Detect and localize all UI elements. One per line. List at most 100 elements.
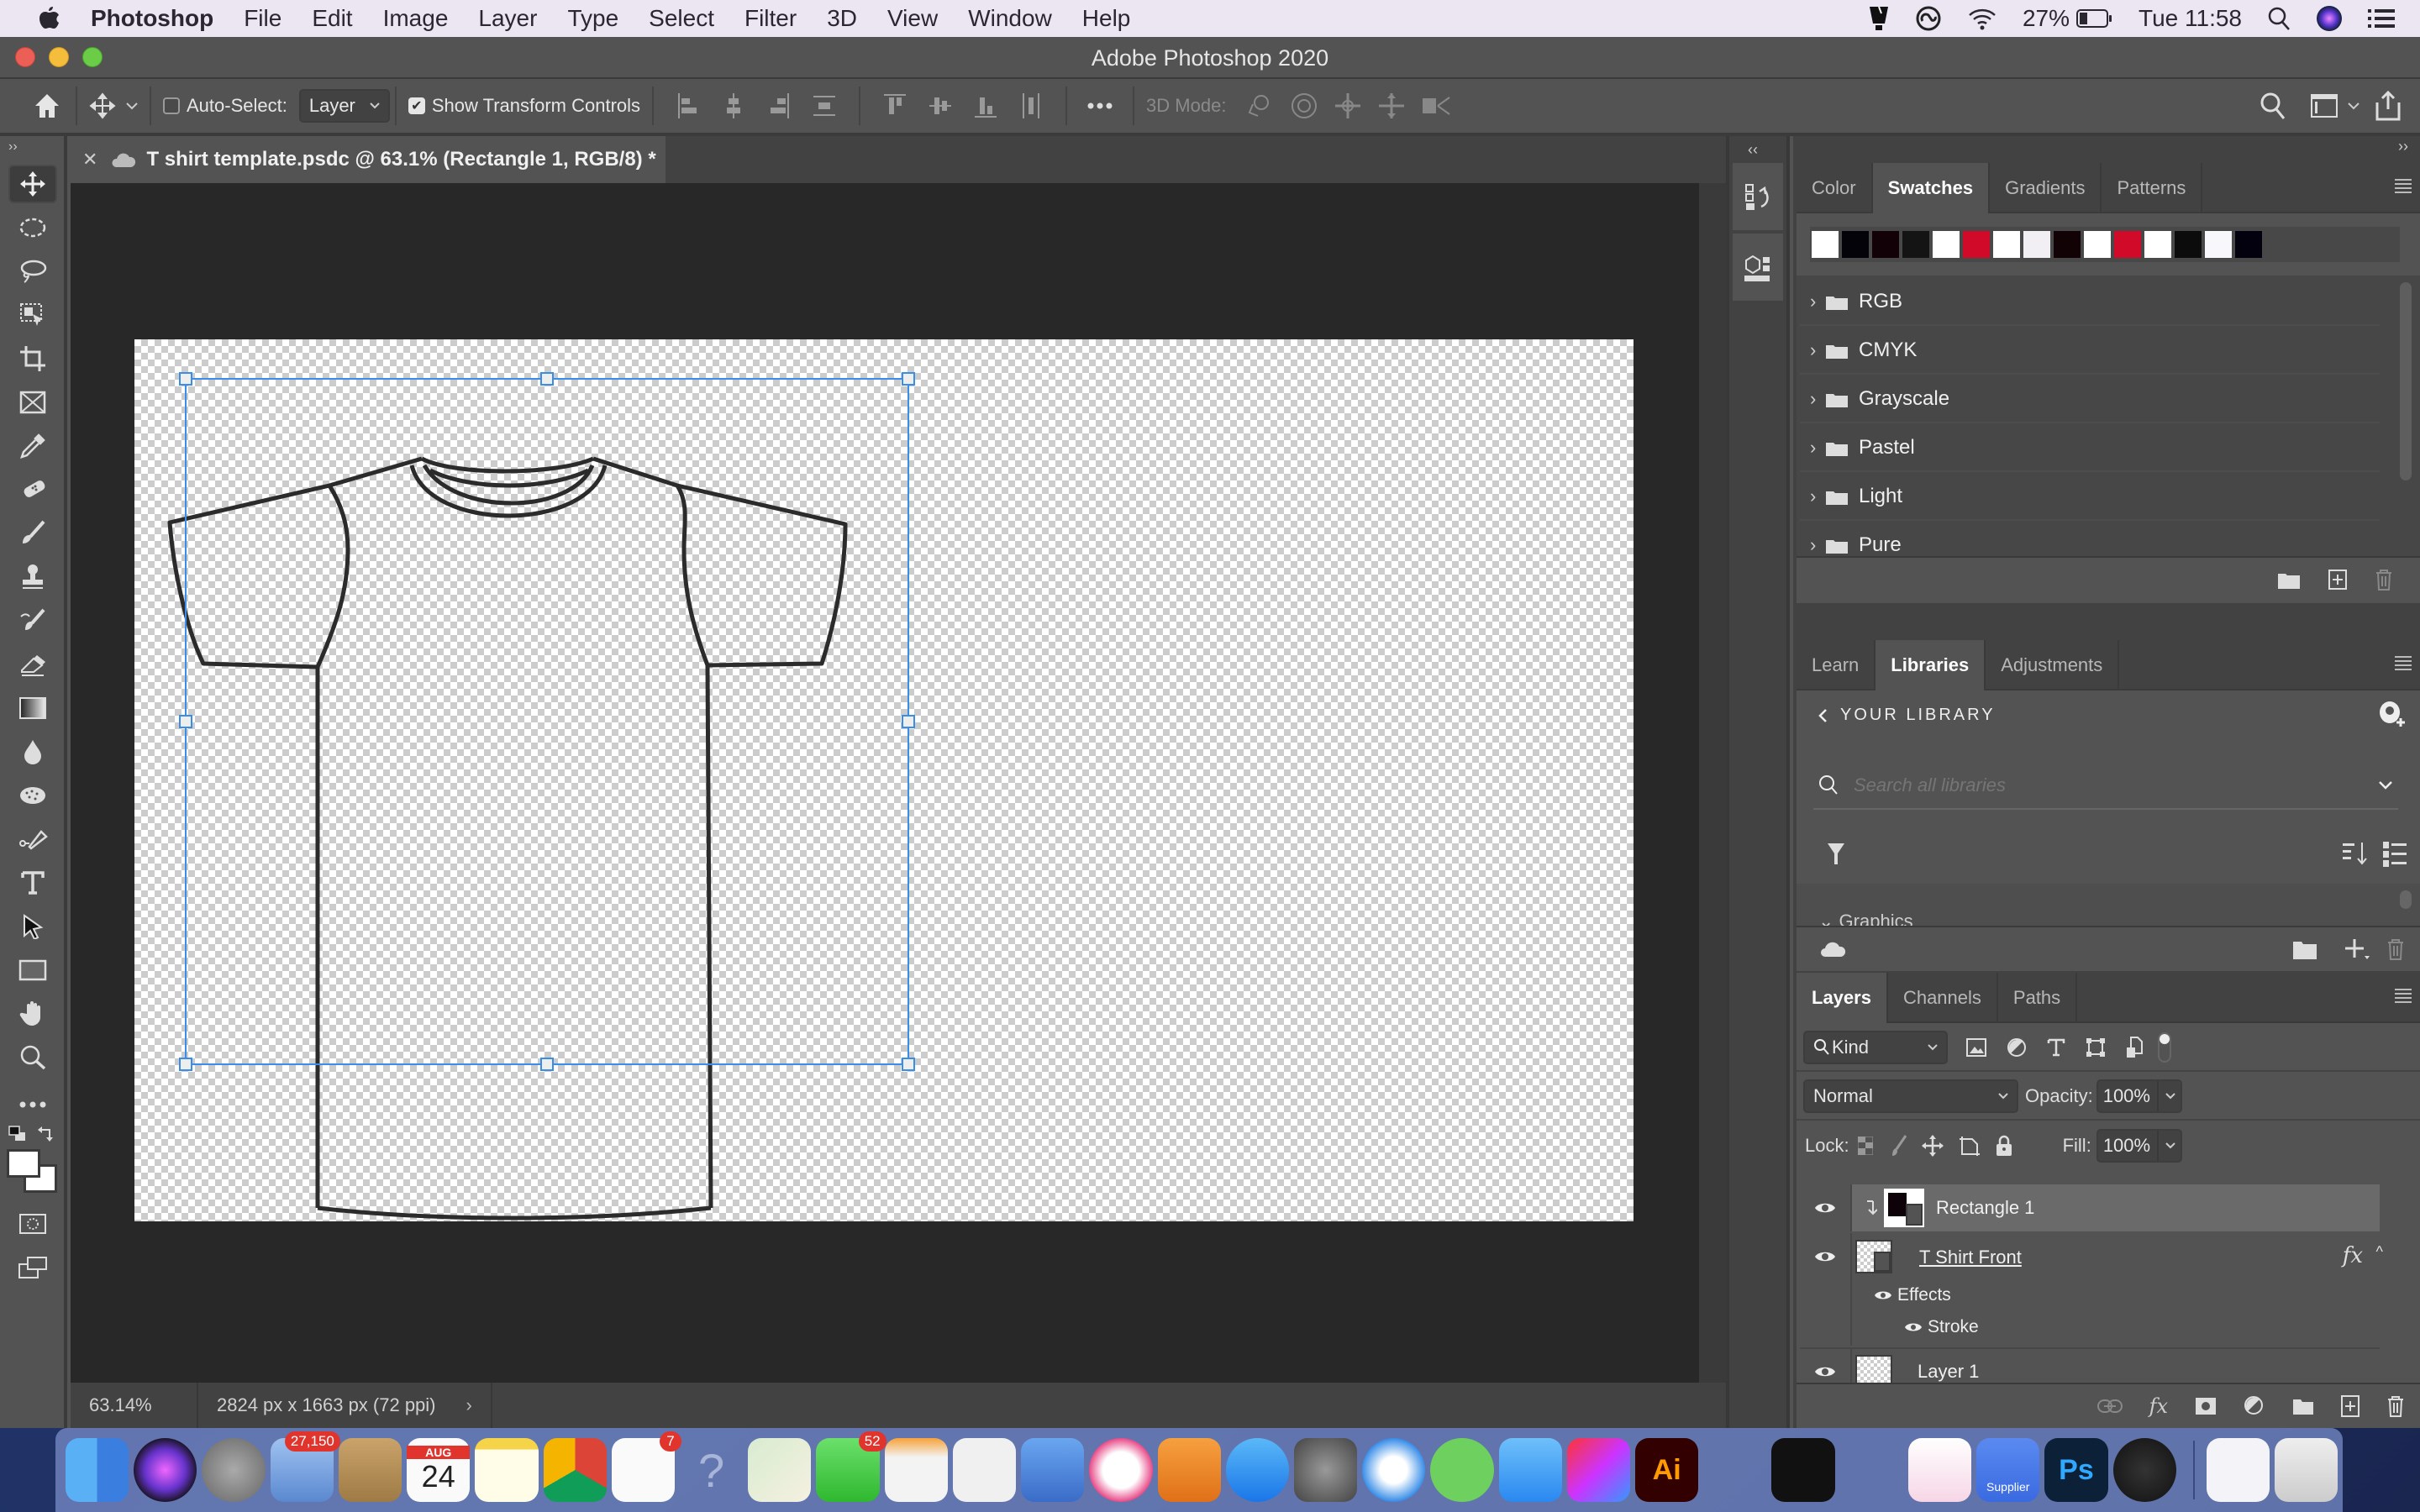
- transform-handle-top-right[interactable]: [902, 372, 915, 386]
- dock-app-safari[interactable]: [1362, 1438, 1426, 1502]
- swatch-14[interactable]: [2235, 231, 2262, 258]
- menu-help[interactable]: Help: [1082, 5, 1131, 32]
- filter-type-layers-icon[interactable]: [2047, 1038, 2065, 1057]
- menu-edit[interactable]: Edit: [312, 5, 352, 32]
- tab-learn[interactable]: Learn: [1797, 640, 1876, 690]
- dock-app-itunes[interactable]: [1089, 1438, 1153, 1502]
- new-library-group-icon[interactable]: [2292, 938, 2317, 960]
- align-horizontal-centers-icon[interactable]: [723, 93, 744, 118]
- 3d-pan-icon[interactable]: [1334, 92, 1362, 120]
- tab-color[interactable]: Color: [1797, 163, 1873, 213]
- search-icon[interactable]: [2259, 91, 2287, 121]
- effects-visibility-eye-icon[interactable]: [1874, 1289, 1892, 1302]
- workspace-switcher-icon[interactable]: [2311, 94, 2338, 118]
- lock-all-icon[interactable]: [1996, 1135, 2012, 1157]
- notification-center-icon[interactable]: [2368, 8, 2395, 29]
- delete-library-item-icon[interactable]: [2386, 938, 2405, 960]
- 3d-orbit-icon[interactable]: [1246, 92, 1275, 119]
- filter-icon[interactable]: [1827, 842, 1845, 869]
- swatch-6[interactable]: [1993, 231, 2020, 258]
- dock-app-system-information[interactable]: [1703, 1438, 1766, 1502]
- clone-stamp-tool[interactable]: [8, 558, 57, 596]
- swatch-12[interactable]: [2175, 231, 2202, 258]
- 3d-roll-icon[interactable]: [1290, 92, 1318, 120]
- add-layer-style-fx-icon[interactable]: fx: [2149, 1394, 2168, 1418]
- sort-icon[interactable]: [2343, 842, 2368, 871]
- vertical-scrollbar[interactable]: [1699, 183, 1726, 1383]
- transform-handle-right[interactable]: [902, 715, 915, 728]
- dock-app-keynote[interactable]: [1021, 1438, 1085, 1502]
- menu-image[interactable]: Image: [383, 5, 449, 32]
- menu-file[interactable]: File: [244, 5, 281, 32]
- tab-swatches[interactable]: Swatches: [1872, 163, 1991, 213]
- transform-handle-top-left[interactable]: [179, 372, 192, 386]
- library-search-field[interactable]: [1813, 763, 2398, 810]
- list-view-icon[interactable]: [2383, 842, 2408, 871]
- swatch-4[interactable]: [1933, 231, 1960, 258]
- apple-menu-icon[interactable]: [34, 3, 64, 34]
- swap-colors-icon[interactable]: [37, 1124, 55, 1147]
- dock-app-reminders[interactable]: 7: [611, 1431, 681, 1502]
- close-tab-icon[interactable]: ✕: [82, 149, 97, 171]
- share-icon[interactable]: [2375, 91, 2402, 121]
- layer-name[interactable]: Layer 1: [1918, 1361, 1979, 1383]
- filter-toggle-switch[interactable]: [2158, 1032, 2171, 1063]
- align-left-edges-icon[interactable]: [677, 93, 699, 118]
- delete-layer-icon[interactable]: [2386, 1395, 2405, 1417]
- lock-position-icon[interactable]: [1921, 1135, 1944, 1157]
- dock-app-trash[interactable]: [2274, 1438, 2338, 1502]
- expand-tools-icon[interactable]: ››: [8, 139, 18, 155]
- layer-name[interactable]: T Shirt Front: [1919, 1247, 2022, 1268]
- swatch-group-light[interactable]: › Light: [1800, 474, 2380, 521]
- dock-app-calendar[interactable]: AUG 24: [407, 1438, 471, 1502]
- swatch-11[interactable]: [2144, 231, 2171, 258]
- swatch-1[interactable]: [1842, 231, 1869, 258]
- swatch-group-cmyk[interactable]: › CMYK: [1800, 328, 2380, 375]
- 3d-panel-button[interactable]: [1733, 234, 1783, 301]
- transform-bounding-box[interactable]: [185, 378, 909, 1065]
- history-brush-tool[interactable]: [8, 601, 57, 640]
- document-tab[interactable]: ✕ T shirt template.psdc @ 63.1% (Rectang…: [71, 136, 666, 183]
- type-tool[interactable]: [8, 864, 57, 902]
- tab-paths[interactable]: Paths: [1998, 973, 2078, 1023]
- new-group-icon[interactable]: [2292, 1397, 2314, 1415]
- default-colors-icon[interactable]: [8, 1126, 27, 1147]
- pen-tool[interactable]: [8, 820, 57, 858]
- invite-collaborator-icon[interactable]: [2378, 701, 2405, 733]
- stroke-visibility-eye-icon[interactable]: [1904, 1320, 1923, 1334]
- dock-app-siri[interactable]: [134, 1438, 197, 1502]
- menu-type[interactable]: Type: [567, 5, 618, 32]
- foreground-color-swatch[interactable]: [7, 1149, 40, 1178]
- workspace-chevron-icon[interactable]: [2348, 102, 2360, 110]
- tool-preset-chevron-icon[interactable]: [126, 102, 138, 110]
- layer-effects-fx-icon[interactable]: fx: [2343, 1243, 2363, 1268]
- eyedropper-tool[interactable]: [8, 427, 57, 465]
- quick-mask-button[interactable]: [8, 1205, 57, 1243]
- new-layer-icon[interactable]: [2341, 1395, 2360, 1417]
- dock-app-books[interactable]: [1157, 1438, 1221, 1502]
- align-right-edges-icon[interactable]: [768, 93, 790, 118]
- sponge-tool[interactable]: [8, 776, 57, 815]
- more-tools-button[interactable]: [8, 1085, 57, 1124]
- dock-app-system-preferences[interactable]: [1293, 1438, 1358, 1502]
- layer-name[interactable]: Rectangle 1: [1936, 1197, 2034, 1219]
- transform-handle-left[interactable]: [179, 715, 192, 728]
- swatch-2[interactable]: [1872, 231, 1899, 258]
- more-options-icon[interactable]: [1087, 102, 1113, 109]
- blend-mode-dropdown[interactable]: Normal: [1803, 1079, 2018, 1113]
- swatch-3[interactable]: [1902, 231, 1929, 258]
- transform-handle-top[interactable]: [540, 372, 554, 386]
- transform-handle-bottom-left[interactable]: [179, 1058, 192, 1071]
- add-layer-mask-icon[interactable]: [2195, 1397, 2217, 1415]
- fill-slider-chevron-icon[interactable]: [2156, 1131, 2175, 1161]
- dock-app-mail[interactable]: 27,150: [270, 1431, 340, 1502]
- menu-layer[interactable]: Layer: [478, 5, 537, 32]
- layer-row-body[interactable]: Rectangle 1: [1852, 1184, 2380, 1231]
- opacity-field[interactable]: 100%: [2096, 1079, 2182, 1113]
- dock-app-downloads-stack[interactable]: [2206, 1438, 2270, 1502]
- align-top-edges-icon[interactable]: [884, 93, 907, 118]
- cloud-sync-icon[interactable]: [1820, 940, 1847, 958]
- panel-menu-icon[interactable]: [2395, 988, 2412, 1007]
- rectangle-tool[interactable]: [8, 951, 57, 990]
- layer-row-rectangle-1[interactable]: Rectangle 1: [1800, 1184, 2380, 1231]
